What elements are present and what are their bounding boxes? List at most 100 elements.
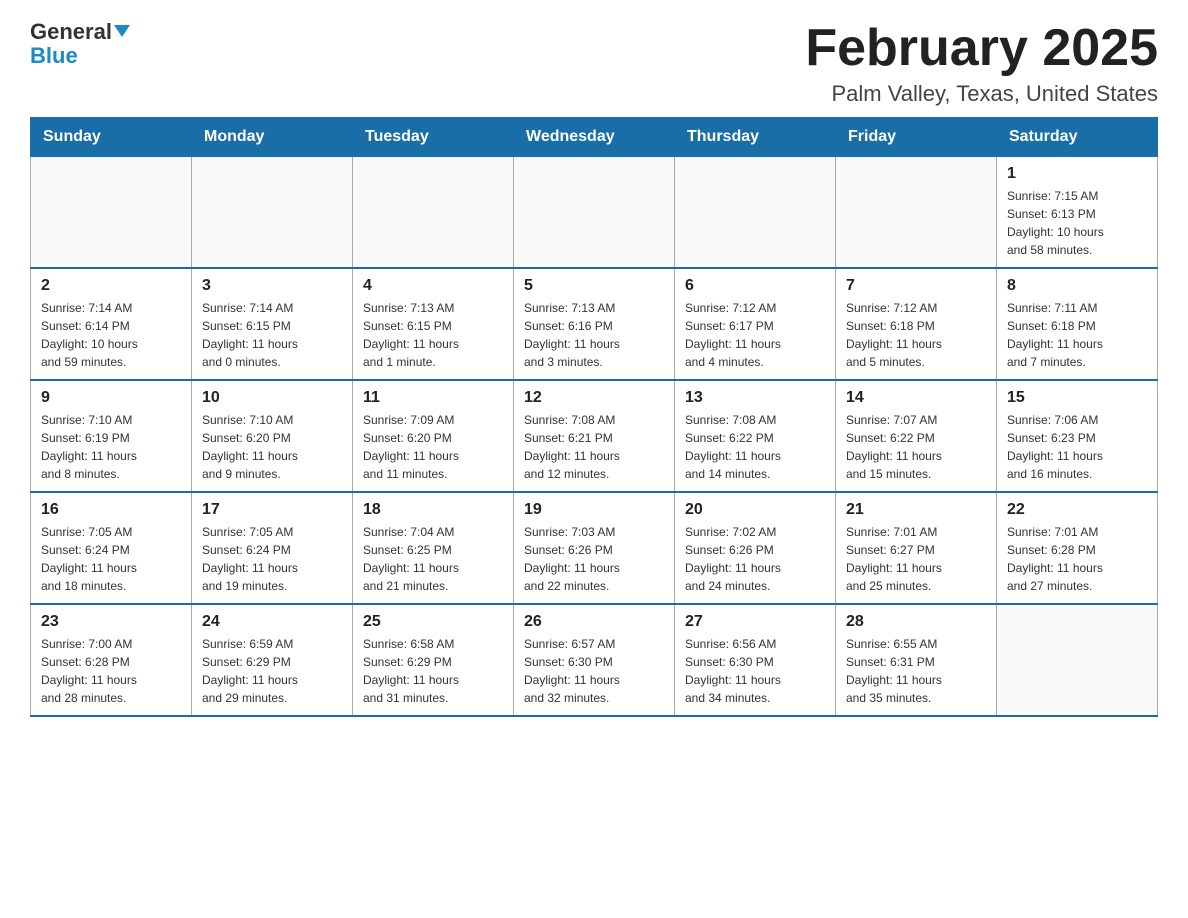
logo-text: General Blue <box>30 20 130 68</box>
calendar-cell: 17 Sunrise: 7:05 AM Sunset: 6:24 PM Dayli… <box>192 492 353 604</box>
calendar-week-3: 9Sunrise: 7:10 AM Sunset: 6:19 PM Daylig… <box>31 380 1158 492</box>
day-info: Sunrise: 7:01 AM Sunset: 6:27 PM Dayligh… <box>846 523 986 595</box>
calendar-cell <box>836 157 997 269</box>
calendar-body: 1 Sunrise: 7:15 AM Sunset: 6:13 PM Daylig… <box>31 157 1158 717</box>
calendar-cell: 4Sunrise: 7:13 AM Sunset: 6:15 PM Daylig… <box>353 268 514 380</box>
calendar-cell: 16 Sunrise: 7:05 AM Sunset: 6:24 PM Dayli… <box>31 492 192 604</box>
calendar-cell: 12 Sunrise: 7:08 AM Sunset: 6:21 PM Dayli… <box>514 380 675 492</box>
day-number: 18 <box>363 501 503 519</box>
calendar-cell: 21 Sunrise: 7:01 AM Sunset: 6:27 PM Dayli… <box>836 492 997 604</box>
calendar-cell <box>514 157 675 269</box>
calendar-cell: 28 Sunrise: 6:55 AM Sunset: 6:31 PM Dayli… <box>836 604 997 716</box>
calendar-cell: 5 Sunrise: 7:13 AM Sunset: 6:16 PM Daylig… <box>514 268 675 380</box>
day-info: Sunrise: 6:59 AM Sunset: 6:29 PM Dayligh… <box>202 635 342 707</box>
day-info: Sunrise: 7:10 AM Sunset: 6:20 PM Dayligh… <box>202 411 342 483</box>
day-number: 4 <box>363 277 503 295</box>
day-info: Sunrise: 7:03 AM Sunset: 6:26 PM Dayligh… <box>524 523 664 595</box>
calendar-cell: 1 Sunrise: 7:15 AM Sunset: 6:13 PM Daylig… <box>997 157 1158 269</box>
calendar-cell: 13 Sunrise: 7:08 AM Sunset: 6:22 PM Dayli… <box>675 380 836 492</box>
day-number: 19 <box>524 501 664 519</box>
calendar-cell: 18 Sunrise: 7:04 AM Sunset: 6:25 PM Dayli… <box>353 492 514 604</box>
logo-triangle-icon <box>114 25 130 37</box>
logo-blue: Blue <box>30 43 78 68</box>
day-number: 22 <box>1007 501 1147 519</box>
day-number: 12 <box>524 389 664 407</box>
day-number: 5 <box>524 277 664 295</box>
calendar-cell: 20Sunrise: 7:02 AM Sunset: 6:26 PM Dayli… <box>675 492 836 604</box>
day-info: Sunrise: 7:14 AM Sunset: 6:14 PM Dayligh… <box>41 299 181 371</box>
day-number: 2 <box>41 277 181 295</box>
calendar-cell: 24Sunrise: 6:59 AM Sunset: 6:29 PM Dayli… <box>192 604 353 716</box>
calendar-cell: 3 Sunrise: 7:14 AM Sunset: 6:15 PM Daylig… <box>192 268 353 380</box>
calendar-week-2: 2 Sunrise: 7:14 AM Sunset: 6:14 PM Daylig… <box>31 268 1158 380</box>
day-number: 8 <box>1007 277 1147 295</box>
calendar-cell: 26 Sunrise: 6:57 AM Sunset: 6:30 PM Dayli… <box>514 604 675 716</box>
day-number: 1 <box>1007 165 1147 183</box>
day-number: 21 <box>846 501 986 519</box>
calendar-cell: 25 Sunrise: 6:58 AM Sunset: 6:29 PM Dayli… <box>353 604 514 716</box>
calendar-cell: 8 Sunrise: 7:11 AM Sunset: 6:18 PM Daylig… <box>997 268 1158 380</box>
day-info: Sunrise: 7:14 AM Sunset: 6:15 PM Dayligh… <box>202 299 342 371</box>
day-info: Sunrise: 7:12 AM Sunset: 6:18 PM Dayligh… <box>846 299 986 371</box>
page-header: General Blue February 2025 Palm Valley, … <box>30 20 1158 107</box>
day-info: Sunrise: 7:12 AM Sunset: 6:17 PM Dayligh… <box>685 299 825 371</box>
day-header-thursday: Thursday <box>675 118 836 157</box>
day-number: 15 <box>1007 389 1147 407</box>
day-number: 26 <box>524 613 664 631</box>
day-number: 7 <box>846 277 986 295</box>
day-header-saturday: Saturday <box>997 118 1158 157</box>
day-info: Sunrise: 7:04 AM Sunset: 6:25 PM Dayligh… <box>363 523 503 595</box>
calendar-cell: 23 Sunrise: 7:00 AM Sunset: 6:28 PM Dayli… <box>31 604 192 716</box>
calendar-table: SundayMondayTuesdayWednesdayThursdayFrid… <box>30 117 1158 717</box>
day-info: Sunrise: 7:15 AM Sunset: 6:13 PM Dayligh… <box>1007 187 1147 259</box>
day-info: Sunrise: 7:13 AM Sunset: 6:16 PM Dayligh… <box>524 299 664 371</box>
day-info: Sunrise: 6:55 AM Sunset: 6:31 PM Dayligh… <box>846 635 986 707</box>
calendar-cell: 9Sunrise: 7:10 AM Sunset: 6:19 PM Daylig… <box>31 380 192 492</box>
day-header-tuesday: Tuesday <box>353 118 514 157</box>
calendar-title: February 2025 <box>805 20 1158 77</box>
day-info: Sunrise: 7:05 AM Sunset: 6:24 PM Dayligh… <box>202 523 342 595</box>
day-number: 17 <box>202 501 342 519</box>
calendar-cell: 15 Sunrise: 7:06 AM Sunset: 6:23 PM Dayli… <box>997 380 1158 492</box>
day-info: Sunrise: 7:02 AM Sunset: 6:26 PM Dayligh… <box>685 523 825 595</box>
day-info: Sunrise: 6:57 AM Sunset: 6:30 PM Dayligh… <box>524 635 664 707</box>
day-info: Sunrise: 7:11 AM Sunset: 6:18 PM Dayligh… <box>1007 299 1147 371</box>
day-header-monday: Monday <box>192 118 353 157</box>
day-info: Sunrise: 7:07 AM Sunset: 6:22 PM Dayligh… <box>846 411 986 483</box>
calendar-cell: 19 Sunrise: 7:03 AM Sunset: 6:26 PM Dayli… <box>514 492 675 604</box>
day-info: Sunrise: 7:08 AM Sunset: 6:21 PM Dayligh… <box>524 411 664 483</box>
day-number: 13 <box>685 389 825 407</box>
day-number: 23 <box>41 613 181 631</box>
day-number: 10 <box>202 389 342 407</box>
calendar-cell <box>192 157 353 269</box>
day-info: Sunrise: 7:00 AM Sunset: 6:28 PM Dayligh… <box>41 635 181 707</box>
logo: General Blue <box>30 20 130 68</box>
calendar-cell: 2 Sunrise: 7:14 AM Sunset: 6:14 PM Daylig… <box>31 268 192 380</box>
day-number: 9 <box>41 389 181 407</box>
day-info: Sunrise: 7:01 AM Sunset: 6:28 PM Dayligh… <box>1007 523 1147 595</box>
calendar-cell <box>997 604 1158 716</box>
day-info: Sunrise: 7:05 AM Sunset: 6:24 PM Dayligh… <box>41 523 181 595</box>
day-header-friday: Friday <box>836 118 997 157</box>
day-number: 27 <box>685 613 825 631</box>
calendar-header: SundayMondayTuesdayWednesdayThursdayFrid… <box>31 118 1158 157</box>
day-number: 3 <box>202 277 342 295</box>
day-number: 28 <box>846 613 986 631</box>
day-info: Sunrise: 6:56 AM Sunset: 6:30 PM Dayligh… <box>685 635 825 707</box>
day-info: Sunrise: 7:06 AM Sunset: 6:23 PM Dayligh… <box>1007 411 1147 483</box>
day-number: 25 <box>363 613 503 631</box>
day-number: 14 <box>846 389 986 407</box>
day-number: 16 <box>41 501 181 519</box>
calendar-cell: 27 Sunrise: 6:56 AM Sunset: 6:30 PM Dayli… <box>675 604 836 716</box>
day-number: 6 <box>685 277 825 295</box>
title-block: February 2025 Palm Valley, Texas, United… <box>805 20 1158 107</box>
day-info: Sunrise: 7:08 AM Sunset: 6:22 PM Dayligh… <box>685 411 825 483</box>
day-number: 11 <box>363 389 503 407</box>
day-info: Sunrise: 6:58 AM Sunset: 6:29 PM Dayligh… <box>363 635 503 707</box>
calendar-cell: 7 Sunrise: 7:12 AM Sunset: 6:18 PM Daylig… <box>836 268 997 380</box>
calendar-cell: 22 Sunrise: 7:01 AM Sunset: 6:28 PM Dayli… <box>997 492 1158 604</box>
calendar-cell: 14 Sunrise: 7:07 AM Sunset: 6:22 PM Dayli… <box>836 380 997 492</box>
day-header-wednesday: Wednesday <box>514 118 675 157</box>
calendar-cell <box>675 157 836 269</box>
calendar-subtitle: Palm Valley, Texas, United States <box>805 81 1158 107</box>
